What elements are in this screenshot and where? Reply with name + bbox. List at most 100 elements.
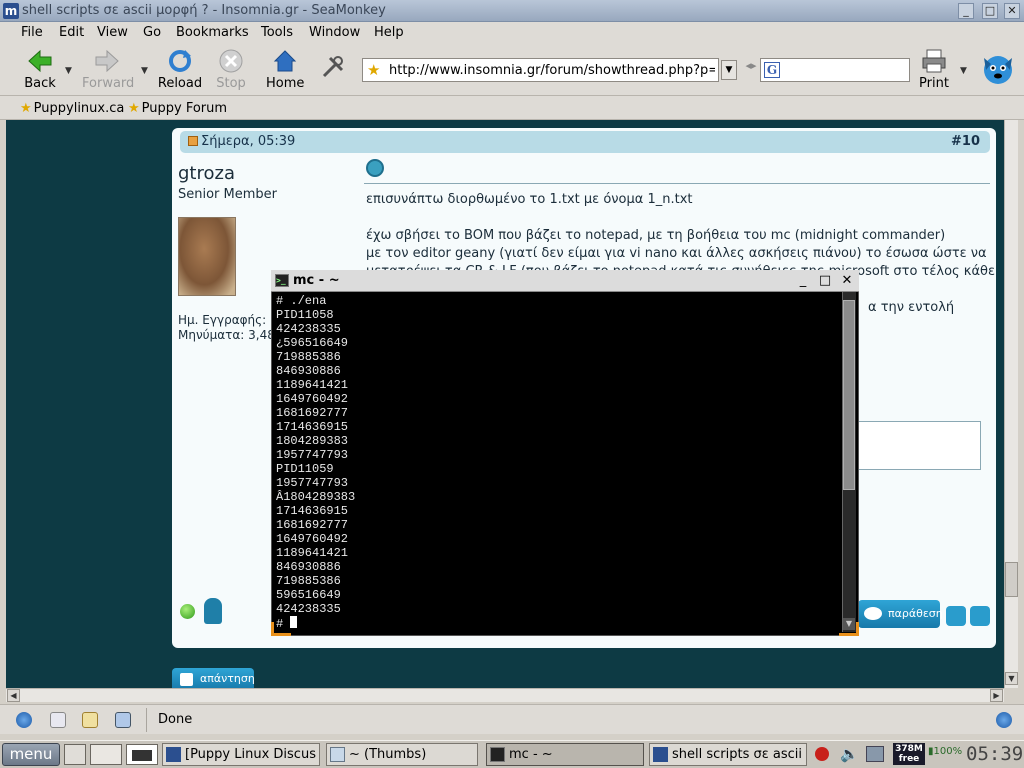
print-dropdown-icon[interactable]: ▼ bbox=[960, 66, 967, 76]
terminal-prompt-line[interactable]: # bbox=[276, 616, 842, 631]
post-text-line: επισυνάπτω διορθωμένο το 1.txt με όνομα … bbox=[366, 192, 693, 207]
reload-button[interactable]: Reload bbox=[157, 48, 203, 91]
clock[interactable]: 05:39 bbox=[966, 743, 1023, 765]
menu-bar: File Edit View Go Bookmarks Tools Window… bbox=[0, 22, 1024, 44]
terminal-resize-corner[interactable] bbox=[839, 622, 859, 636]
page-vertical-scrollbar[interactable] bbox=[1004, 120, 1018, 688]
quote-button[interactable]: παράθεση bbox=[858, 600, 943, 628]
forward-button[interactable]: Forward bbox=[82, 48, 135, 91]
terminal-resize-corner[interactable] bbox=[271, 622, 291, 636]
print-button[interactable]: Print bbox=[917, 48, 951, 91]
stop-label: Stop bbox=[216, 76, 246, 91]
terminal-output[interactable]: # ./ena PID11058 424238335 ¿596516649 71… bbox=[276, 294, 842, 632]
scroll-right-icon[interactable]: ▶ bbox=[990, 689, 1003, 702]
reload-icon bbox=[169, 50, 191, 72]
status-bar: Done bbox=[0, 704, 1024, 734]
menu-edit[interactable]: Edit bbox=[59, 25, 84, 40]
task-puppy-forum[interactable]: [Puppy Linux Discus bbox=[162, 743, 320, 766]
battery-indicator[interactable]: ▮100% bbox=[928, 746, 962, 757]
home-button[interactable]: Home bbox=[266, 48, 304, 91]
speech-bubble-icon bbox=[864, 607, 882, 620]
terminal-minimize-button[interactable]: _ bbox=[795, 273, 811, 289]
search-input[interactable]: G bbox=[760, 58, 910, 82]
back-button[interactable]: Back bbox=[22, 48, 58, 91]
terminal-close-button[interactable]: ✕ bbox=[839, 273, 855, 289]
puppy-throbber bbox=[980, 52, 1016, 88]
scroll-down-icon[interactable]: ▼ bbox=[1005, 672, 1018, 685]
minimize-button[interactable]: _ bbox=[958, 3, 974, 19]
connection-status-icon[interactable] bbox=[996, 712, 1012, 728]
terminal-line: 1714636915 bbox=[276, 420, 349, 434]
online-status-icon bbox=[180, 604, 195, 619]
reply-button[interactable]: απάντηση bbox=[172, 668, 255, 690]
close-button[interactable]: ✕ bbox=[1004, 3, 1020, 19]
memory-indicator[interactable]: 378M free bbox=[893, 743, 925, 765]
post-icon bbox=[366, 159, 384, 177]
terminal-line: 1681692777 bbox=[276, 518, 349, 532]
bookmark-puppylinux[interactable]: ★ Puppylinux.ca bbox=[20, 101, 124, 116]
user-join-date: Ημ. Εγγραφής: [ bbox=[178, 313, 275, 327]
address-book-icon[interactable] bbox=[115, 712, 131, 728]
task-mc-terminal[interactable]: mc - ~ bbox=[486, 743, 644, 766]
volume-icon[interactable]: 🔈 bbox=[840, 745, 859, 763]
stop-button[interactable]: Stop bbox=[215, 48, 247, 91]
mail-icon[interactable] bbox=[50, 712, 66, 728]
google-search-icon[interactable]: G bbox=[764, 62, 780, 78]
post-username[interactable]: gtroza bbox=[178, 163, 235, 184]
menu-go[interactable]: Go bbox=[143, 25, 161, 40]
terminal-line: 719885386 bbox=[276, 350, 341, 364]
menu-window[interactable]: Window bbox=[309, 25, 360, 40]
post-number[interactable]: #10 bbox=[951, 134, 980, 149]
bookmark-puppy-forum[interactable]: ★ Puppy Forum bbox=[128, 101, 227, 116]
network-icon[interactable] bbox=[866, 746, 884, 762]
back-dropdown-icon[interactable]: ▼ bbox=[65, 66, 72, 76]
quick-reply-button[interactable] bbox=[970, 606, 990, 626]
start-menu-button[interactable]: menu bbox=[2, 743, 60, 766]
tools-button[interactable] bbox=[320, 48, 346, 82]
menu-view[interactable]: View bbox=[97, 25, 128, 40]
menu-help[interactable]: Help bbox=[374, 25, 404, 40]
menu-tools[interactable]: Tools bbox=[261, 25, 293, 40]
forward-label: Forward bbox=[82, 76, 135, 91]
desktop-pager-2[interactable] bbox=[126, 744, 158, 765]
user-avatar[interactable] bbox=[178, 217, 236, 296]
show-desktop-button[interactable] bbox=[64, 744, 86, 765]
terminal-line: 1649760492 bbox=[276, 532, 349, 546]
scroll-left-icon[interactable]: ◀ bbox=[7, 689, 20, 702]
page-horizontal-scrollbar[interactable] bbox=[6, 688, 1004, 702]
terminal-scroll-thumb[interactable] bbox=[843, 300, 855, 490]
desktop-pager-1[interactable] bbox=[90, 744, 122, 765]
forward-dropdown-icon[interactable]: ▼ bbox=[141, 66, 148, 76]
maximize-button[interactable]: □ bbox=[982, 3, 998, 19]
window-titlebar[interactable]: m shell scripts σε ascii μορφή ? - Insom… bbox=[0, 0, 1024, 22]
task-shell-scripts[interactable]: shell scripts σε ascii bbox=[649, 743, 807, 766]
terminal-line: ¿596516649 bbox=[276, 336, 349, 350]
user-post-count: Μηνύματα: 3,48 bbox=[178, 328, 275, 342]
globe-icon[interactable] bbox=[16, 712, 32, 728]
menu-bookmarks[interactable]: Bookmarks bbox=[176, 25, 249, 40]
menu-file[interactable]: File bbox=[21, 25, 43, 40]
update-alert-icon[interactable] bbox=[815, 747, 829, 761]
seamonkey-icon bbox=[653, 747, 668, 762]
page-vertical-scroll-thumb[interactable] bbox=[1005, 562, 1018, 597]
url-bar[interactable]: ★ http://www.insomnia.gr/forum/showthrea… bbox=[362, 58, 719, 82]
image-viewer-icon bbox=[330, 747, 345, 762]
forward-arrow-icon bbox=[95, 49, 119, 73]
bookmark-star-icon[interactable]: ★ bbox=[367, 61, 380, 79]
terminal-cursor bbox=[290, 616, 298, 628]
bookmark-star-icon: ★ bbox=[20, 101, 32, 116]
terminal-title: mc - ~ bbox=[293, 273, 340, 288]
memory-value: 378M bbox=[895, 744, 923, 754]
terminal-line: # ./ena bbox=[276, 294, 327, 308]
terminal-titlebar[interactable]: >_ mc - ~ _ □ ✕ bbox=[271, 270, 859, 292]
url-text[interactable]: http://www.insomnia.gr/forum/showthread.… bbox=[389, 63, 715, 78]
task-thumbs[interactable]: ~ (Thumbs) bbox=[326, 743, 478, 766]
seamonkey-icon bbox=[166, 747, 181, 762]
composer-icon[interactable] bbox=[82, 712, 98, 728]
reload-label: Reload bbox=[157, 76, 203, 91]
terminal-maximize-button[interactable]: □ bbox=[817, 273, 833, 289]
wrench-icon bbox=[322, 56, 344, 78]
reputation-icon[interactable] bbox=[204, 598, 222, 624]
multiquote-button[interactable] bbox=[946, 606, 966, 626]
url-history-dropdown[interactable]: ▼ bbox=[721, 60, 737, 80]
